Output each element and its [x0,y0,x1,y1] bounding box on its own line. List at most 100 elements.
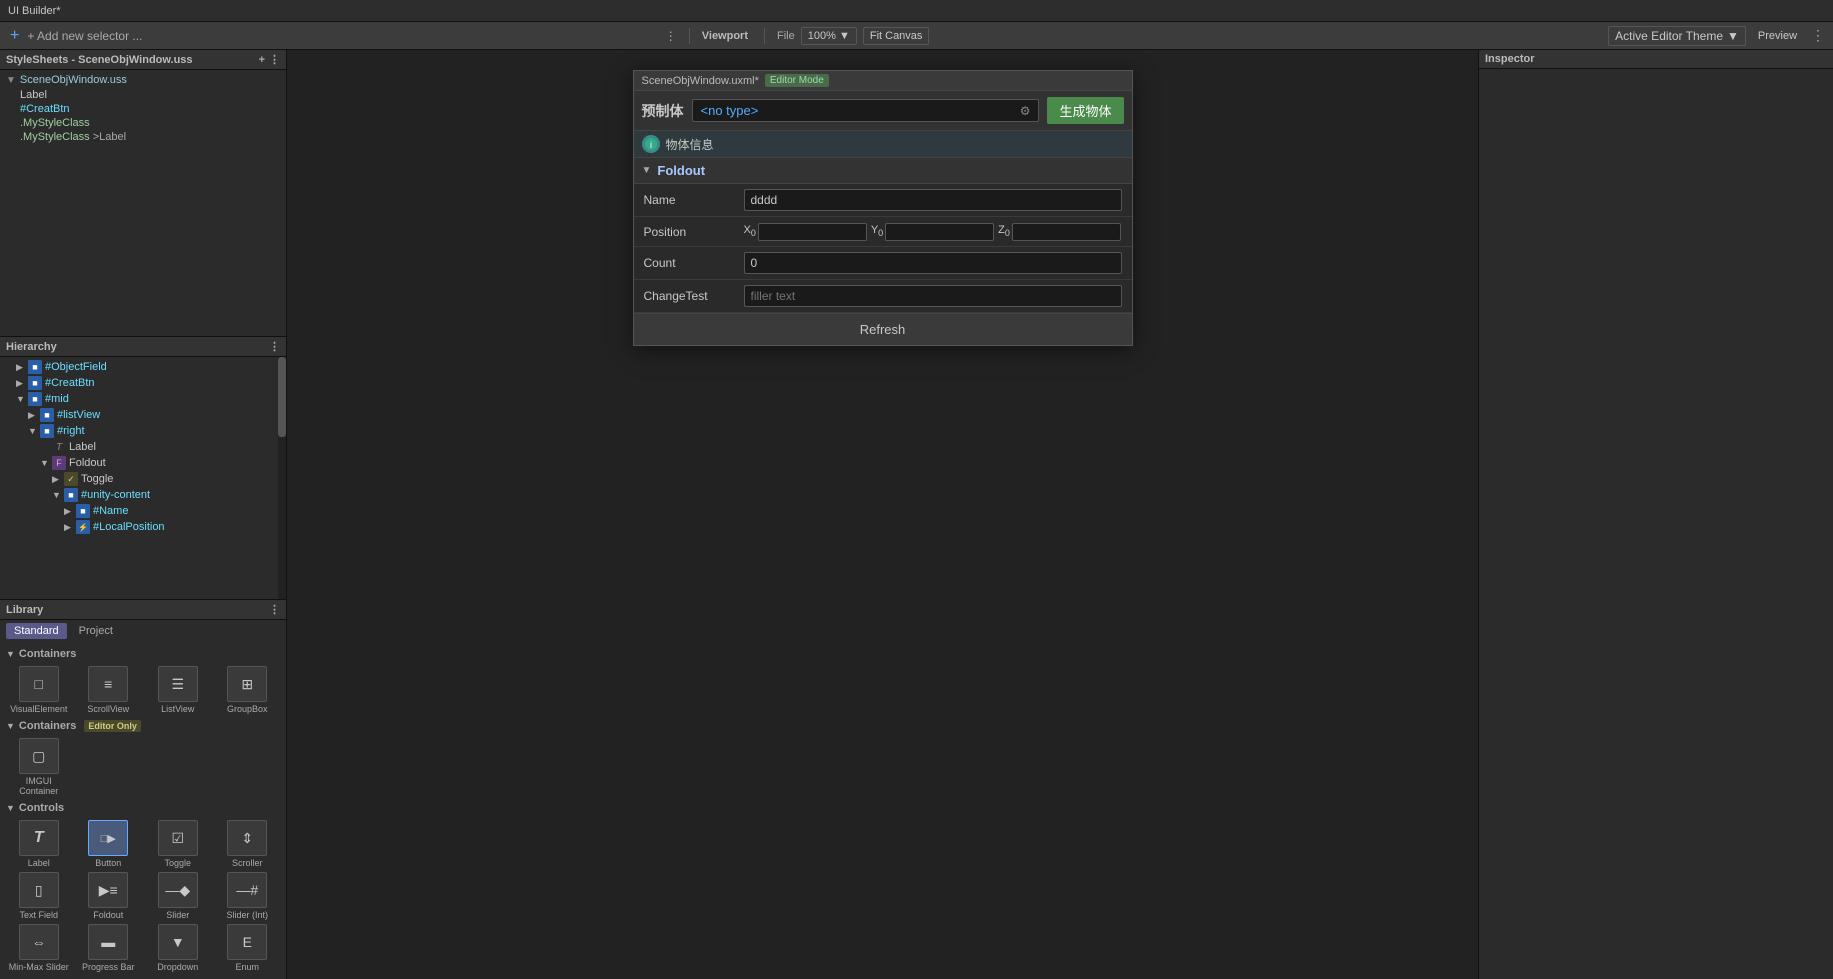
imgui-icon: ▢ [19,738,59,774]
theme-dropdown[interactable]: Active Editor Theme ▼ [1608,26,1746,46]
type-field[interactable]: <no type> ⚙ [692,99,1040,122]
hierarchy-dots[interactable]: ⋮ [269,340,280,353]
ss-item-creatbtn[interactable]: #CreatBtn [0,102,286,116]
h-item-right: #right [57,425,85,437]
stylesheets-plus[interactable]: + [259,54,265,66]
changetest-field-row: ChangeTest [634,280,1132,313]
dropdown-label: Dropdown [157,962,198,972]
list-item[interactable]: ▶ ⚡ #LocalPosition [0,519,286,535]
ss-file-icon: ▼ [6,75,16,86]
hierarchy-scrollbar[interactable] [278,357,286,599]
count-field-row: Count [634,247,1132,280]
pos-z-label: Z0 [998,224,1010,238]
lib-item-toggle[interactable]: ☑ Toggle [145,820,211,868]
lib-item-groupbox[interactable]: ⊞ GroupBox [215,666,281,714]
pos-x-input[interactable] [758,223,867,241]
preview-button[interactable]: Preview [1752,28,1803,44]
list-item[interactable]: ▼ ■ #unity-content [0,487,286,503]
info-icon: i [642,135,660,153]
library-dots[interactable]: ⋮ [269,603,280,616]
lib-item-slider-int[interactable]: —# Slider (Int) [215,872,281,920]
pos-x-field: X0 [744,223,867,241]
library-panel: Library ⋮ Standard Project ▼ Containers … [0,599,286,979]
list-item[interactable]: ▶ ■ #CreatBtn [0,375,286,391]
minmax-slider-label: Min-Max Slider [9,962,69,972]
progress-bar-label: Progress Bar [82,962,135,972]
right-icon: ■ [40,424,54,438]
refresh-button[interactable]: Refresh [634,314,1132,345]
lib-section-containers[interactable]: ▼ Containers [6,646,280,662]
list-item[interactable]: ▶ ■ #Name [0,503,286,519]
ss-item-mystyleclass-label[interactable]: .MyStyleClass >Label [0,130,286,144]
fit-canvas-button[interactable]: Fit Canvas [863,27,930,45]
changetest-field-input[interactable] [744,285,1122,307]
stylesheets-title: StyleSheets - SceneObjWindow.uss [6,54,193,66]
type-field-gear-icon: ⚙ [1020,104,1031,118]
zoom-arrow: ▼ [839,30,850,42]
lib-item-progress-bar[interactable]: ▬ Progress Bar [76,924,142,972]
hierarchy-scrollbar-thumb[interactable] [278,357,286,437]
zoom-label: 100% [808,30,836,42]
localposition-icon: ⚡ [76,520,90,534]
list-item[interactable]: T Label [0,439,286,455]
lib-item-textfield[interactable]: ▯ Text Field [6,872,72,920]
ss-item-label[interactable]: Label [0,88,286,102]
h-arrow [40,442,52,452]
scene-top-bar: 预制体 <no type> ⚙ 生成物体 [634,91,1132,131]
lib-section-controls[interactable]: ▼ Controls [6,800,280,816]
toolbar-center: File 100% ▼ Fit Canvas [777,27,929,45]
h-item-objectfield: #ObjectField [45,361,107,373]
lib-section-editor-only[interactable]: ▼ Containers Editor Only [6,718,280,734]
zoom-button[interactable]: 100% ▼ [801,27,857,45]
lib-item-enum[interactable]: E Enum [215,924,281,972]
foldout-arrow: ▼ [642,165,652,176]
foldout-header[interactable]: ▼ Foldout [634,158,1132,184]
inspector-content [1479,69,1833,979]
ss-file-item[interactable]: ▼ SceneObjWindow.uss [0,72,286,88]
generate-button[interactable]: 生成物体 [1047,97,1123,124]
tab-standard[interactable]: Standard [6,623,67,639]
list-item[interactable]: ▼ ■ #right [0,423,286,439]
lib-item-button[interactable]: □▶ Button [76,820,142,868]
hierarchy-content[interactable]: ▶ ■ #ObjectField ▶ ■ #CreatBtn ▼ ■ #mid … [0,357,286,599]
add-selector-button[interactable]: + [6,27,23,45]
lib-item-visualelement[interactable]: □ VisualElement [6,666,72,714]
tab-project[interactable]: Project [71,623,121,639]
editor-only-label: Containers [19,720,76,732]
lib-item-dropdown[interactable]: ▼ Dropdown [145,924,211,972]
h-item-label: Label [69,441,96,453]
lib-item-label[interactable]: T Label [6,820,72,868]
count-field-input[interactable] [744,252,1122,274]
lib-item-scrollview[interactable]: ≡ ScrollView [76,666,142,714]
ss-item-mystyleclass[interactable]: .MyStyleClass [0,116,286,130]
lib-item-foldout[interactable]: ▶≡ Foldout [76,872,142,920]
toolbar-divider-1 [689,28,690,44]
inspector-panel: Inspector [1478,50,1833,979]
name-field-input[interactable] [744,189,1122,211]
pos-y-input[interactable] [885,223,994,241]
h-arrow: ▶ [64,522,76,533]
h-arrow: ▼ [52,490,64,500]
controls-label: Controls [19,802,64,814]
lib-item-slider[interactable]: —◆ Slider [145,872,211,920]
unity-content-icon: ■ [64,488,78,502]
toolbar-dots-right[interactable]: ⋮ [1809,27,1827,44]
list-item[interactable]: ▼ ■ #mid [0,391,286,407]
left-panel: StyleSheets - SceneObjWindow.uss + ⋮ ▼ S… [0,50,287,979]
refresh-bar: Refresh [634,313,1132,345]
pos-x-sub: 0 [751,229,756,239]
foldout-title: Foldout [657,163,705,178]
lib-item-minmax-slider[interactable]: ⇔ Min-Max Slider [6,924,72,972]
toolbar-dots-left[interactable]: ⋮ [665,29,677,43]
stylesheets-dots[interactable]: ⋮ [269,53,280,66]
lib-item-scroller[interactable]: ⇕ Scroller [215,820,281,868]
list-item[interactable]: ▶ ■ #listView [0,407,286,423]
lib-item-imgui[interactable]: ▢ IMGUI Container [6,738,72,796]
name-icon: ■ [76,504,90,518]
lib-item-listview[interactable]: ☰ ListView [145,666,211,714]
pos-z-input[interactable] [1012,223,1121,241]
list-item[interactable]: ▶ ■ #ObjectField [0,359,286,375]
list-item[interactable]: ▶ ✓ Toggle [0,471,286,487]
hierarchy-header: Hierarchy ⋮ [0,337,286,357]
list-item[interactable]: ▼ F Foldout [0,455,286,471]
